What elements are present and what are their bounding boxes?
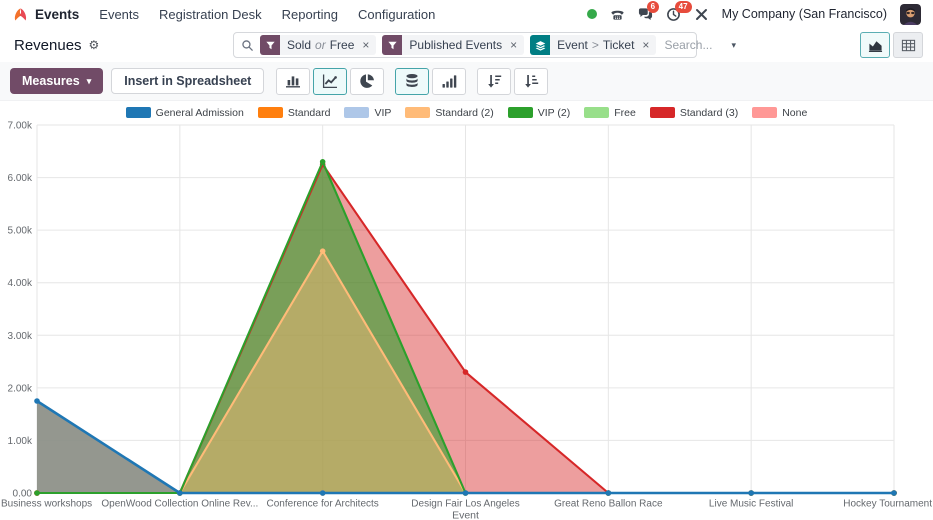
graph-toolbar: Measures ▾ Insert in Spreadsheet	[0, 62, 933, 101]
search-bar[interactable]: SoldorFree×Published Events×Event>Ticket…	[233, 32, 697, 58]
legend-swatch	[508, 107, 533, 118]
app-name: Events	[35, 7, 79, 22]
remove-facet-icon[interactable]: ×	[361, 35, 376, 55]
search-dropdown-caret-icon[interactable]: ▾	[722, 33, 742, 57]
svg-text:OpenWood Collection Online Rev: OpenWood Collection Online Rev...	[101, 499, 258, 510]
legend-label: Free	[614, 107, 636, 119]
debug-tools-icon[interactable]	[694, 7, 709, 22]
odoo-events-logo-icon	[12, 6, 29, 23]
revenues-line-chart[interactable]: 0.001.00k2.00k3.00k4.00k5.00k6.00k7.00kB…	[0, 121, 933, 520]
legend-label: VIP (2)	[538, 107, 570, 119]
search-facet-published-events[interactable]: Published Events×	[382, 35, 524, 55]
chart-type-buttons	[276, 68, 548, 95]
legend-swatch	[126, 107, 151, 118]
menu-item-registration-desk[interactable]: Registration Desk	[159, 7, 262, 22]
search-icon	[241, 39, 254, 52]
legend-label: None	[782, 107, 807, 119]
graph-view-button[interactable]	[860, 32, 890, 58]
legend-label: General Admission	[156, 107, 244, 119]
remove-facet-icon[interactable]: ×	[509, 35, 524, 55]
legend-label: VIP	[374, 107, 391, 119]
action-gear-icon[interactable]: ⚙	[89, 39, 100, 51]
activities-clock-icon[interactable]: 47	[666, 7, 681, 22]
svg-text:4.00k: 4.00k	[8, 278, 33, 289]
legend-item-vip[interactable]: VIP	[344, 107, 391, 119]
app-switcher[interactable]: Events	[12, 6, 79, 23]
legend-label: Standard (2)	[435, 107, 493, 119]
top-navbar: Events Events Registration Desk Reporting C…	[0, 0, 933, 28]
pivot-view-button[interactable]	[893, 32, 923, 58]
legend-item-free[interactable]: Free	[584, 107, 636, 119]
search-facets: SoldorFree×Published Events×Event>Ticket…	[254, 35, 656, 55]
measures-button[interactable]: Measures ▾	[10, 68, 103, 94]
caret-down-icon: ▾	[87, 76, 92, 87]
online-status-dot	[587, 9, 597, 19]
pie-chart-button[interactable]	[350, 68, 384, 95]
chart-legend: General Admission Standard VIP Standard (2)…	[126, 104, 808, 121]
svg-text:7.00k: 7.00k	[8, 121, 33, 132]
cumulative-button[interactable]	[432, 68, 466, 95]
svg-text:6.00k: 6.00k	[8, 173, 33, 184]
facet-label: SoldorFree	[280, 35, 361, 55]
page-title: Revenues	[14, 37, 82, 54]
legend-item-vip-2[interactable]: VIP (2)	[508, 107, 570, 119]
search-input[interactable]	[656, 38, 722, 52]
insert-in-spreadsheet-button[interactable]: Insert in Spreadsheet	[111, 68, 264, 94]
group-by-layers-icon	[530, 35, 550, 55]
line-chart-button[interactable]	[313, 68, 347, 95]
sort-ascending-button[interactable]	[514, 68, 548, 95]
legend-swatch	[752, 107, 777, 118]
svg-text:1.00k: 1.00k	[8, 436, 33, 447]
legend-item-general-admission[interactable]: General Admission	[126, 107, 244, 119]
company-menu[interactable]: My Company (San Francisco)	[722, 7, 887, 21]
svg-text:Hockey Tournament: Hockey Tournament	[843, 499, 932, 510]
remove-facet-icon[interactable]: ×	[641, 35, 656, 55]
legend-swatch	[258, 107, 283, 118]
filter-funnel-icon	[382, 35, 402, 55]
control-panel: Revenues ⚙ SoldorFree×Published Events×E…	[0, 28, 933, 62]
legend-item-standard-3[interactable]: Standard (3)	[650, 107, 738, 119]
stacked-button[interactable]	[395, 68, 429, 95]
legend-item-standard[interactable]: Standard	[258, 107, 331, 119]
legend-label: Standard	[288, 107, 331, 119]
messages-badge: 6	[647, 1, 659, 13]
svg-text:Business workshops: Business workshops	[1, 499, 92, 510]
voip-phone-icon[interactable]	[610, 7, 625, 22]
x-axis-title: Event	[452, 510, 479, 520]
svg-text:Great Reno Ballon Race: Great Reno Ballon Race	[554, 499, 663, 510]
svg-text:Design Fair Los Angeles: Design Fair Los Angeles	[411, 499, 519, 510]
view-switcher	[860, 32, 923, 58]
search-facet-event-ticket[interactable]: Event>Ticket×	[530, 35, 656, 55]
search-facet-sold-or-free[interactable]: SoldorFree×	[260, 35, 376, 55]
legend-swatch	[405, 107, 430, 118]
legend-swatch	[584, 107, 609, 118]
navbar-menu: Events Registration Desk Reporting Configur…	[99, 7, 435, 22]
facet-label: Published Events	[402, 35, 509, 55]
menu-item-events[interactable]: Events	[99, 7, 139, 22]
measures-label: Measures	[22, 74, 80, 88]
legend-swatch	[650, 107, 675, 118]
user-avatar[interactable]	[900, 4, 921, 25]
svg-text:5.00k: 5.00k	[8, 226, 33, 237]
bar-chart-button[interactable]	[276, 68, 310, 95]
activities-badge: 47	[675, 1, 692, 13]
svg-text:Live Music Festival: Live Music Festival	[709, 499, 793, 510]
sort-descending-button[interactable]	[477, 68, 511, 95]
filter-funnel-icon	[260, 35, 280, 55]
chart-area: General Admission Standard VIP Standard (2)…	[0, 101, 933, 520]
menu-item-reporting[interactable]: Reporting	[282, 7, 338, 22]
legend-label: Standard (3)	[680, 107, 738, 119]
svg-text:3.00k: 3.00k	[8, 331, 33, 342]
legend-item-none[interactable]: None	[752, 107, 807, 119]
facet-label: Event>Ticket	[550, 35, 641, 55]
messages-icon[interactable]: 6	[638, 7, 653, 22]
menu-item-configuration[interactable]: Configuration	[358, 7, 435, 22]
svg-text:2.00k: 2.00k	[8, 383, 33, 394]
svg-text:Conference for Architects: Conference for Architects	[267, 499, 379, 510]
legend-swatch	[344, 107, 369, 118]
legend-item-standard-2[interactable]: Standard (2)	[405, 107, 493, 119]
